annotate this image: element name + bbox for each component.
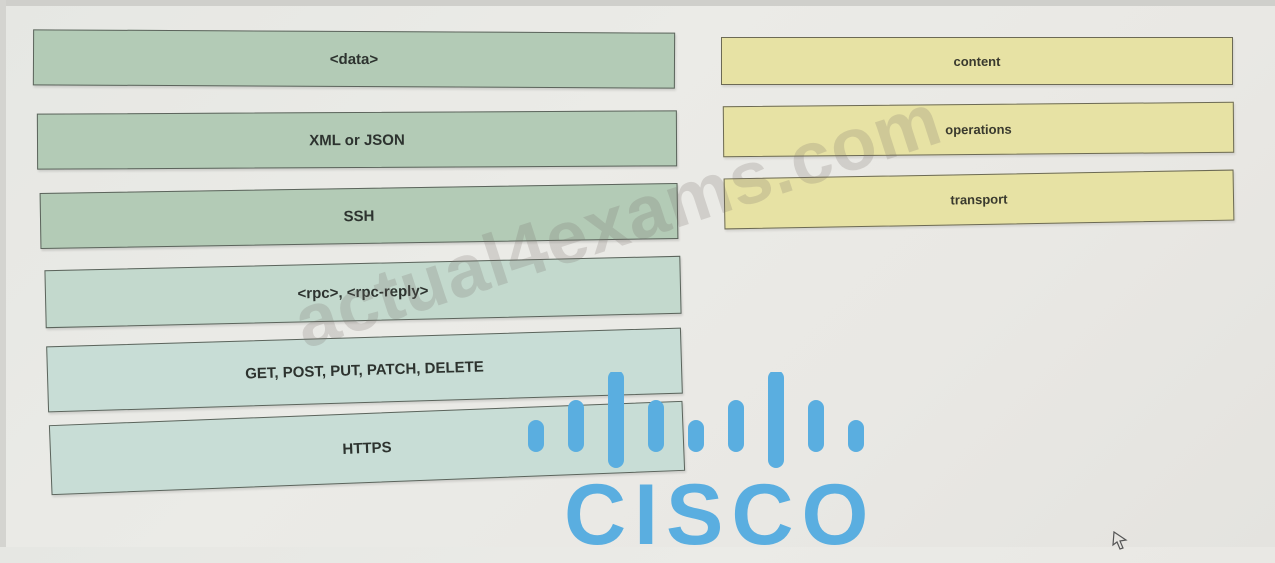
- drag-item-xml-or-json[interactable]: XML or JSON: [36, 110, 678, 170]
- drop-target-content[interactable]: content: [721, 37, 1233, 85]
- top-border: [0, 0, 1275, 6]
- drag-item-rpc[interactable]: <rpc>, <rpc-reply>: [44, 255, 682, 329]
- drag-item-data[interactable]: <data>: [32, 29, 676, 89]
- mouse-cursor-icon: [1112, 530, 1128, 550]
- drop-target-transport[interactable]: transport: [723, 169, 1235, 230]
- cisco-wordmark: CISCO: [564, 467, 877, 563]
- drag-item-https[interactable]: HTTPS: [48, 400, 686, 496]
- drag-item-http-methods[interactable]: GET, POST, PUT, PATCH, DELETE: [46, 327, 683, 413]
- left-border: [0, 0, 6, 547]
- drag-drop-question-area: <data> XML or JSON SSH <rpc>, <rpc-reply…: [0, 0, 1275, 558]
- drop-target-operations[interactable]: operations: [722, 101, 1235, 158]
- drag-item-ssh[interactable]: SSH: [39, 182, 679, 250]
